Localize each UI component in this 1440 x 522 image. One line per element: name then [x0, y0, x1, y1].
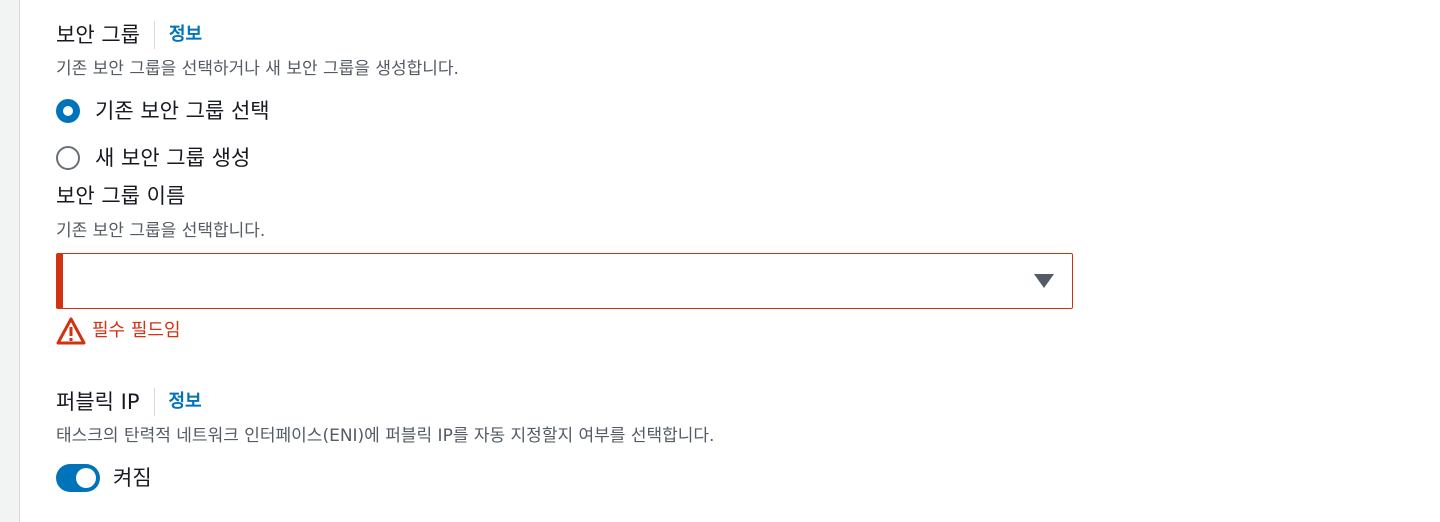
label-divider — [153, 388, 155, 416]
public-ip-toggle-label: 켜짐 — [113, 466, 152, 490]
security-group-name-header: 보안 그룹 이름 — [56, 181, 185, 211]
public-ip-toggle-row: 켜짐 — [56, 462, 152, 494]
label-divider — [153, 21, 155, 49]
public-ip-label: 퍼블릭 IP — [56, 390, 140, 414]
left-rail — [0, 0, 20, 522]
settings-panel: 보안 그룹 정보 기존 보안 그룹을 선택하거나 새 보안 그룹을 생성합니다.… — [0, 0, 1440, 522]
caret-down-icon[interactable] — [1034, 274, 1054, 288]
security-group-info-link[interactable]: 정보 — [169, 20, 202, 50]
security-group-description: 기존 보안 그룹을 선택하거나 새 보안 그룹을 생성합니다. — [56, 59, 459, 79]
public-ip-toggle[interactable] — [56, 464, 100, 492]
security-group-name-description: 기존 보안 그룹을 선택합니다. — [56, 221, 266, 241]
warning-triangle-icon — [56, 317, 86, 345]
public-ip-info-link[interactable]: 정보 — [169, 387, 202, 417]
error-message: 필수 필드임 — [92, 320, 181, 341]
radio-unselected-icon[interactable] — [56, 146, 80, 170]
radio-existing-label: 기존 보안 그룹 선택 — [95, 99, 270, 123]
security-group-label: 보안 그룹 — [56, 23, 140, 47]
security-group-select[interactable] — [56, 253, 1073, 309]
radio-existing-security-group[interactable]: 기존 보안 그룹 선택 — [56, 96, 270, 126]
radio-new-label: 새 보안 그룹 생성 — [95, 146, 251, 170]
public-ip-description: 태스크의 탄력적 네트워크 인터페이스(ENI)에 퍼블릭 IP를 자동 지정할… — [56, 426, 715, 446]
security-group-name-label: 보안 그룹 이름 — [56, 184, 186, 208]
security-group-error: 필수 필드임 — [56, 316, 181, 346]
toggle-knob — [76, 468, 96, 488]
radio-new-security-group[interactable]: 새 보안 그룹 생성 — [56, 143, 250, 173]
radio-selected-icon[interactable] — [56, 99, 80, 123]
security-group-header: 보안 그룹 정보 — [56, 20, 202, 50]
public-ip-header: 퍼블릭 IP 정보 — [56, 387, 202, 417]
